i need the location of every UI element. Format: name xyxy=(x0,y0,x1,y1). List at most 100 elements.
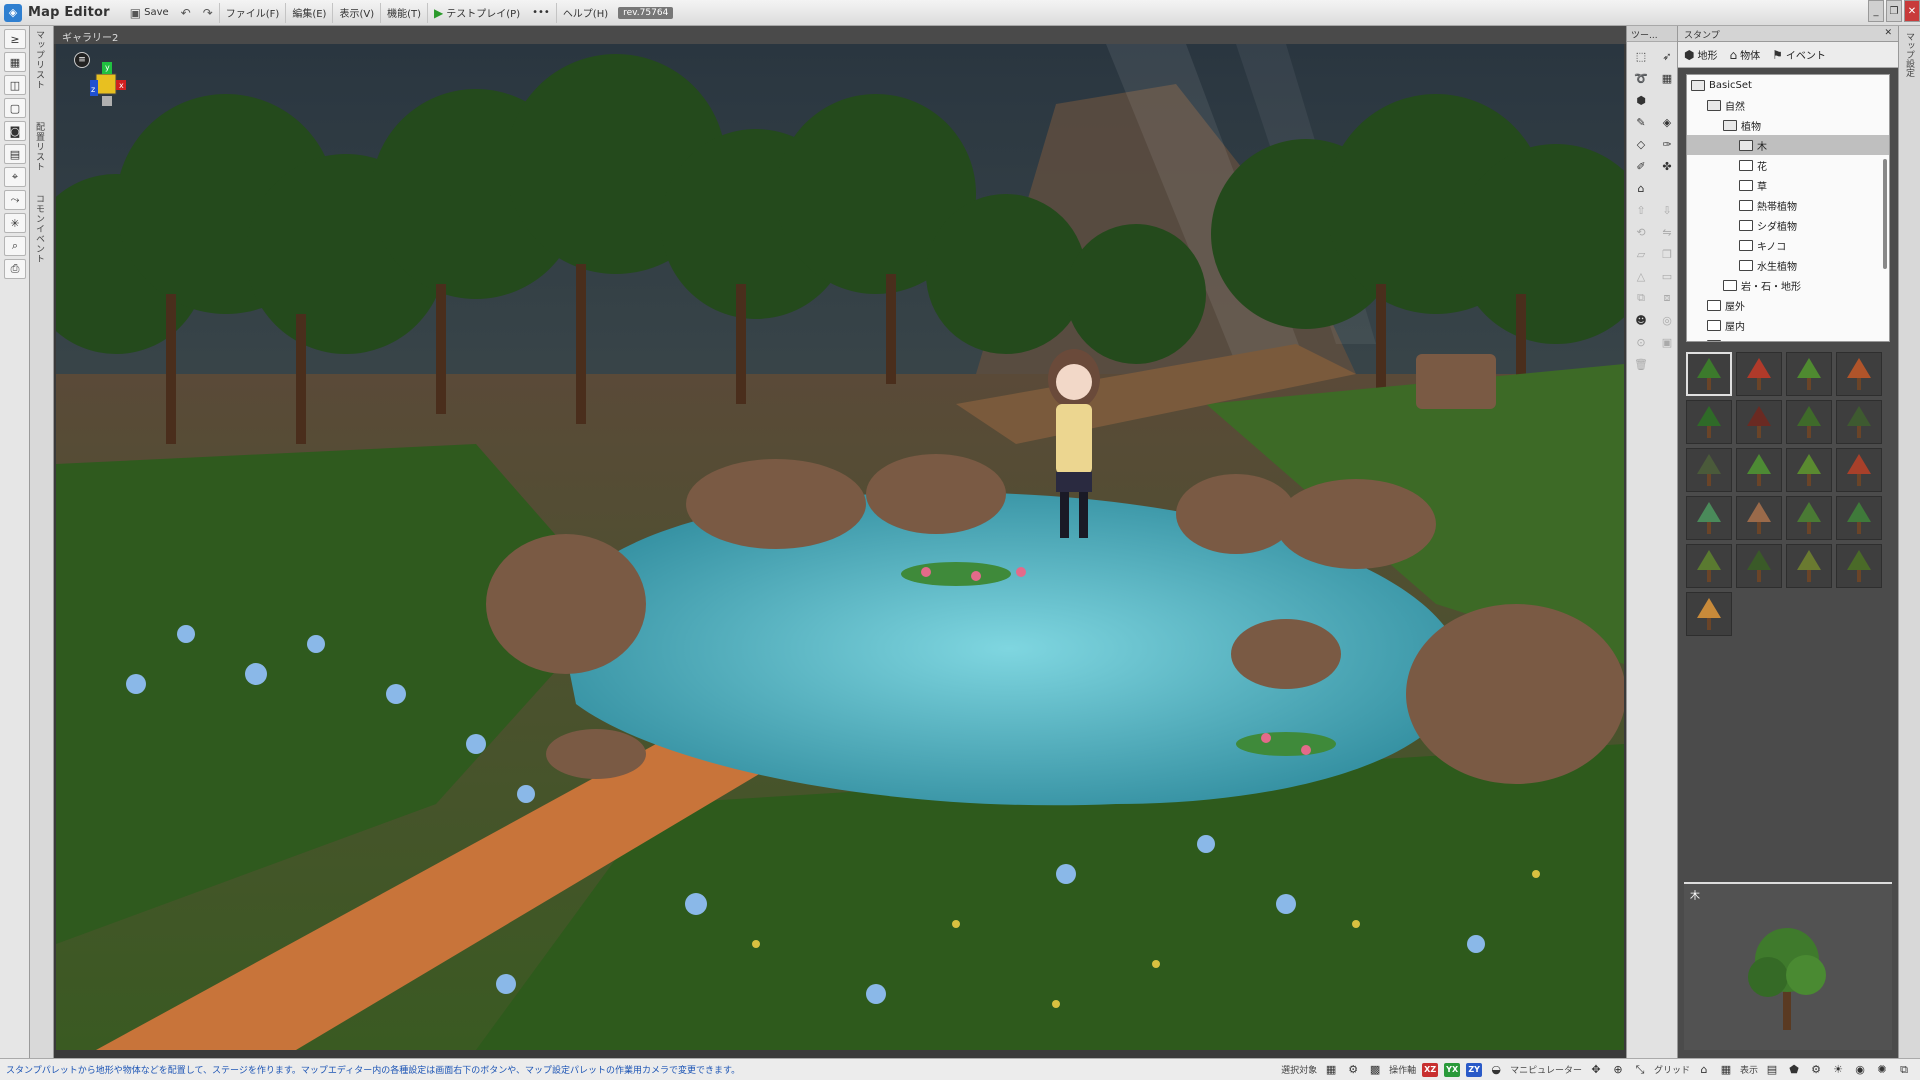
clone-button[interactable]: ⧈ xyxy=(1656,288,1678,308)
character-button[interactable]: ☻ xyxy=(1630,310,1652,330)
expand-panels-button[interactable]: ≥ xyxy=(4,29,26,49)
shape-button[interactable]: ▱ xyxy=(1630,244,1652,264)
layer-button[interactable]: ◫ xyxy=(4,75,26,95)
tree-node[interactable]: 木 xyxy=(1687,135,1889,155)
house-tool-button[interactable]: ⌂ xyxy=(1630,178,1652,198)
print-button[interactable]: ⎙ xyxy=(4,259,26,279)
stamp-thumbnail[interactable] xyxy=(1836,352,1882,396)
eraser-button[interactable]: ◇ xyxy=(1630,134,1652,154)
mirror-button[interactable]: ⇋ xyxy=(1656,222,1678,242)
stamp-tool-button[interactable]: ✤ xyxy=(1656,156,1678,176)
tab-objects[interactable]: ⌂ 物体 xyxy=(1729,47,1760,63)
rotate-button[interactable]: ⟲ xyxy=(1630,222,1652,242)
map-list-button[interactable]: ▦ xyxy=(4,52,26,72)
stamp-thumbnail[interactable] xyxy=(1736,496,1782,540)
stamp-thumbnail[interactable] xyxy=(1686,352,1732,396)
stamp-thumbnail[interactable] xyxy=(1786,496,1832,540)
camera-button[interactable]: ◙ xyxy=(4,121,26,141)
display-sky-toggle[interactable]: ◉ xyxy=(1852,1062,1868,1078)
tree-node[interactable]: 熱帯植物 xyxy=(1687,195,1889,215)
stamp-thumbnail[interactable] xyxy=(1686,448,1732,492)
select-object-toggle[interactable]: ⚙ xyxy=(1345,1062,1361,1078)
common-event-tab[interactable]: コモンイベント xyxy=(33,194,46,264)
testplay-button[interactable]: ▶ テストプレイ(P) xyxy=(427,2,526,23)
object-button[interactable]: ▢ xyxy=(4,98,26,118)
stamp-thumbnail[interactable] xyxy=(1836,496,1882,540)
menu-tools[interactable]: 機能(T) xyxy=(380,2,427,23)
save-button[interactable]: ▣ Save xyxy=(124,3,175,23)
stamp-thumbnail[interactable] xyxy=(1736,400,1782,444)
tree-node[interactable]: 屋内 xyxy=(1687,315,1889,335)
axis-yx-button[interactable]: YX xyxy=(1444,1062,1461,1077)
map-settings-tab[interactable]: マップ設定 xyxy=(1903,32,1916,77)
save-tool-button[interactable]: ▣ xyxy=(1656,332,1678,352)
tree-node[interactable]: 水生植物 xyxy=(1687,255,1889,275)
tree-node[interactable]: シダ植物 xyxy=(1687,215,1889,235)
route-button[interactable]: ⤳ xyxy=(4,190,26,210)
display-camera-toggle[interactable]: ⧉ xyxy=(1896,1062,1912,1078)
display-grid-toggle[interactable]: ▤ xyxy=(1764,1062,1780,1078)
stamp-thumbnail[interactable] xyxy=(1686,496,1732,540)
stamp-thumbnail[interactable] xyxy=(1736,448,1782,492)
tree-node[interactable]: 植物 xyxy=(1687,115,1889,135)
image-button[interactable]: ▤ xyxy=(4,144,26,164)
search-button[interactable]: ⌕ xyxy=(4,236,26,256)
stamp-thumbnail[interactable] xyxy=(1686,400,1732,444)
minimize-button[interactable]: _ xyxy=(1868,0,1884,22)
more-menu-button[interactable]: ••• xyxy=(526,3,556,23)
tree-node[interactable]: パーティクル xyxy=(1687,335,1889,341)
move-icon[interactable]: ✥ xyxy=(1588,1062,1604,1078)
axis-xz-button[interactable]: XZ xyxy=(1422,1062,1439,1077)
axis-gizmo[interactable]: ≡ y z x xyxy=(74,52,134,122)
triangle-button[interactable]: △ xyxy=(1630,266,1652,286)
close-button[interactable]: ✕ xyxy=(1904,0,1920,22)
select-rect-button[interactable]: ⬚ xyxy=(1630,46,1652,66)
menu-help[interactable]: ヘルプ(H) xyxy=(555,2,614,23)
stamp-thumbnail[interactable] xyxy=(1836,448,1882,492)
fill-button[interactable]: ◈ xyxy=(1656,112,1678,132)
event-button[interactable]: ✳ xyxy=(4,213,26,233)
stamp-thumbnail[interactable] xyxy=(1736,544,1782,588)
delete-button[interactable]: 🗑 xyxy=(1630,354,1652,374)
grid-toggle[interactable]: ⌂ xyxy=(1696,1062,1712,1078)
stamp-thumbnail[interactable] xyxy=(1836,400,1882,444)
grid-snap-toggle[interactable]: ▦ xyxy=(1718,1062,1734,1078)
menu-view[interactable]: 表示(V) xyxy=(332,2,380,23)
tab-events[interactable]: ⚑ イベント xyxy=(1772,47,1826,63)
scale-icon[interactable]: ⤡ xyxy=(1632,1062,1648,1078)
tree-scrollbar[interactable] xyxy=(1883,159,1887,269)
placement-list-tab[interactable]: 配置リスト xyxy=(33,122,46,172)
axis-zy-button[interactable]: ZY xyxy=(1466,1062,1483,1077)
lasso-button[interactable]: ➰ xyxy=(1630,68,1652,88)
select-pointer-button[interactable]: ➶ xyxy=(1656,46,1678,66)
rotate-icon[interactable]: ⊕ xyxy=(1610,1062,1626,1078)
display-settings-toggle[interactable]: ⚙ xyxy=(1808,1062,1824,1078)
tree-node[interactable]: BasicSet xyxy=(1687,75,1889,95)
paste-button[interactable]: ⧉ xyxy=(1630,288,1652,308)
undo-button[interactable]: ↶ xyxy=(175,3,197,23)
tab-terrain[interactable]: ⬢ 地形 xyxy=(1684,47,1717,63)
stamp-thumbnail[interactable] xyxy=(1686,592,1732,636)
target-button[interactable]: ◎ xyxy=(1656,310,1678,330)
menu-edit[interactable]: 編集(E) xyxy=(285,2,332,23)
display-effect-toggle[interactable]: ✺ xyxy=(1874,1062,1890,1078)
camera-tool-button[interactable]: ⊙ xyxy=(1630,332,1652,352)
tree-node[interactable]: キノコ xyxy=(1687,235,1889,255)
display-light-toggle[interactable]: ☀ xyxy=(1830,1062,1846,1078)
stamp-thumbnail[interactable] xyxy=(1786,448,1832,492)
copy-button[interactable]: ❐ xyxy=(1656,244,1678,264)
cube-tool-button[interactable]: ⬢ xyxy=(1630,90,1652,110)
stamp-thumbnail[interactable] xyxy=(1786,400,1832,444)
tree-node[interactable]: 草 xyxy=(1687,175,1889,195)
frame-button[interactable]: ▭ xyxy=(1656,266,1678,286)
panel-close-icon[interactable]: ✕ xyxy=(1884,28,1892,39)
stamp-thumbnail[interactable] xyxy=(1786,352,1832,396)
stamp-thumbnail[interactable] xyxy=(1686,544,1732,588)
stamp-thumbnail[interactable] xyxy=(1836,544,1882,588)
select-target-toggle[interactable]: ▦ xyxy=(1323,1062,1339,1078)
redo-button[interactable]: ↷ xyxy=(197,3,219,23)
tree-node[interactable]: 岩・石・地形 xyxy=(1687,275,1889,295)
brush-button[interactable]: ✐ xyxy=(1630,156,1652,176)
viewport-tab[interactable]: ギャラリー2 xyxy=(54,26,1626,44)
pencil-button[interactable]: ✎ xyxy=(1630,112,1652,132)
